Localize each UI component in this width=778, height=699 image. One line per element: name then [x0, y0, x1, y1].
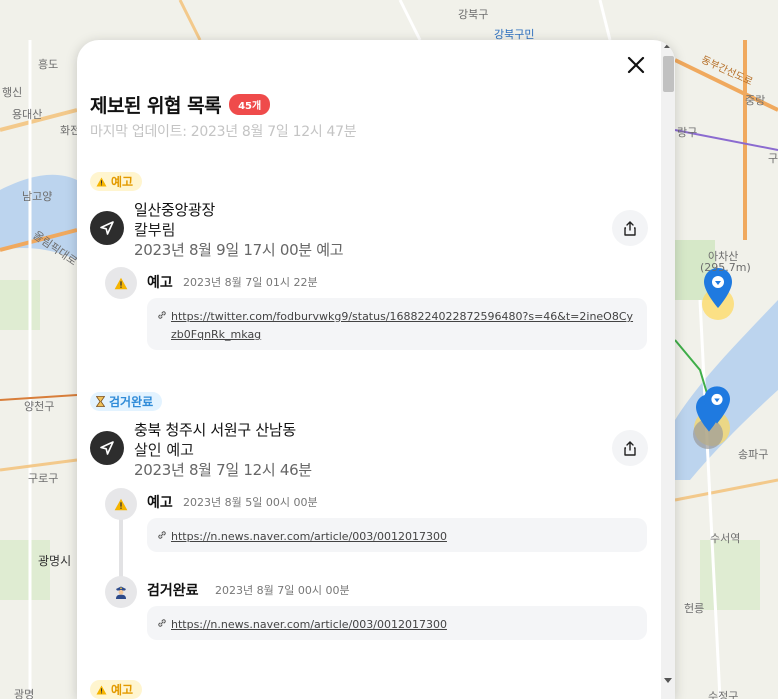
threat-list-panel: 제보된 위협 목록 45개 마지막 업데이트: 2023년 8월 7일 12시 … — [77, 40, 675, 699]
map-label: 양천구 — [24, 400, 55, 413]
count-badge: 45개 — [229, 94, 271, 115]
threat-type: 살인 예고 — [134, 441, 194, 459]
status-tag-label: 검거완료 — [109, 395, 154, 409]
map-label: 구 — [768, 152, 778, 165]
scrollbar-thumb[interactable] — [663, 56, 674, 92]
status-tag-warning: 예고 — [90, 680, 143, 699]
page-title: 제보된 위협 목록 — [90, 95, 222, 117]
event-icon-circle — [105, 267, 137, 299]
map-label: 강북구 — [458, 8, 489, 21]
map-marker-pin[interactable] — [704, 268, 732, 308]
threat-date: 2023년 8월 7일 12시 46분 — [134, 461, 312, 479]
police-officer-icon — [116, 586, 126, 599]
map-label: 헌릉 — [684, 602, 705, 615]
event-link[interactable]: https://twitter.com/fodburvwkg9/status/1… — [171, 308, 637, 344]
location-icon-circle — [90, 211, 124, 245]
map-label: 남고양 — [22, 190, 53, 203]
event-link-box: https://twitter.com/fodburvwkg9/status/1… — [147, 298, 647, 350]
threat-date: 2023년 8월 9일 17시 00분 예고 — [134, 241, 344, 259]
status-tag-warning: 예고 — [90, 172, 143, 191]
map-label: 랑구 — [677, 126, 698, 139]
scrollbar-track[interactable] — [661, 40, 675, 699]
threat-type: 칼부림 — [134, 221, 176, 239]
navigation-arrow-icon — [100, 441, 114, 455]
event-title: 검거완료 — [147, 583, 199, 599]
warning-icon — [96, 177, 107, 187]
map-label: 중랑 — [745, 94, 766, 107]
map-label: 수정구 — [708, 690, 739, 699]
panel-header: 제보된 위협 목록 45개 — [90, 91, 271, 118]
event-title: 예고 — [147, 275, 173, 291]
map-label: 수서역 — [710, 532, 741, 545]
warning-icon — [96, 685, 107, 695]
last-update-text: 마지막 업데이트: 2023년 8월 7일 12시 47분 — [90, 124, 357, 140]
map-label: 흥도 — [38, 58, 59, 71]
event-link-box: https://n.news.naver.com/article/003/001… — [147, 606, 647, 640]
link-icon — [157, 310, 167, 320]
event-icon-circle — [105, 576, 137, 608]
threat-location: 일산중앙광장 — [134, 201, 216, 219]
share-icon — [624, 440, 636, 456]
status-tag-arrested: 검거완료 — [90, 392, 163, 411]
navigation-arrow-icon — [100, 221, 114, 235]
map-label: 행신 — [2, 86, 23, 99]
map-label: 구로구 — [28, 472, 59, 485]
scroll-down-arrow-icon[interactable] — [664, 678, 672, 683]
link-icon — [157, 618, 167, 628]
map-marker-pin[interactable] — [704, 386, 730, 424]
threat-location: 충북 청주시 서원구 산남동 — [134, 421, 296, 439]
location-icon-circle — [90, 431, 124, 465]
share-button[interactable] — [612, 210, 648, 246]
scroll-up-arrow-icon[interactable] — [664, 43, 672, 48]
threat-list-content[interactable]: 제보된 위협 목록 45개 마지막 업데이트: 2023년 8월 7일 12시 … — [77, 40, 661, 699]
warning-icon — [114, 498, 128, 510]
status-tag-label: 예고 — [111, 175, 134, 189]
map-label: (295.7m) — [700, 261, 751, 274]
event-link[interactable]: https://n.news.naver.com/article/003/001… — [171, 528, 447, 546]
close-icon — [627, 56, 645, 74]
share-button[interactable] — [612, 430, 648, 466]
close-button[interactable] — [623, 52, 649, 78]
hourglass-icon — [96, 396, 105, 407]
timeline-connector — [119, 518, 123, 578]
map-label: 송파구 — [738, 448, 769, 461]
map-label: 용대산 — [12, 108, 43, 121]
status-tag-label: 예고 — [111, 683, 134, 697]
warning-icon — [114, 277, 128, 289]
share-icon — [624, 220, 636, 236]
event-icon-circle — [105, 488, 137, 520]
link-icon — [157, 530, 167, 540]
event-date: 2023년 8월 5일 00시 00분 — [183, 496, 318, 509]
event-date: 2023년 8월 7일 01시 22분 — [183, 276, 318, 289]
map-label: 광명시 — [38, 554, 72, 568]
event-title: 예고 — [147, 495, 173, 511]
event-link[interactable]: https://n.news.naver.com/article/003/001… — [171, 616, 447, 634]
map-label: 광명 — [14, 688, 35, 699]
event-link-box: https://n.news.naver.com/article/003/001… — [147, 518, 647, 552]
event-date: 2023년 8월 7일 00시 00분 — [215, 584, 350, 597]
